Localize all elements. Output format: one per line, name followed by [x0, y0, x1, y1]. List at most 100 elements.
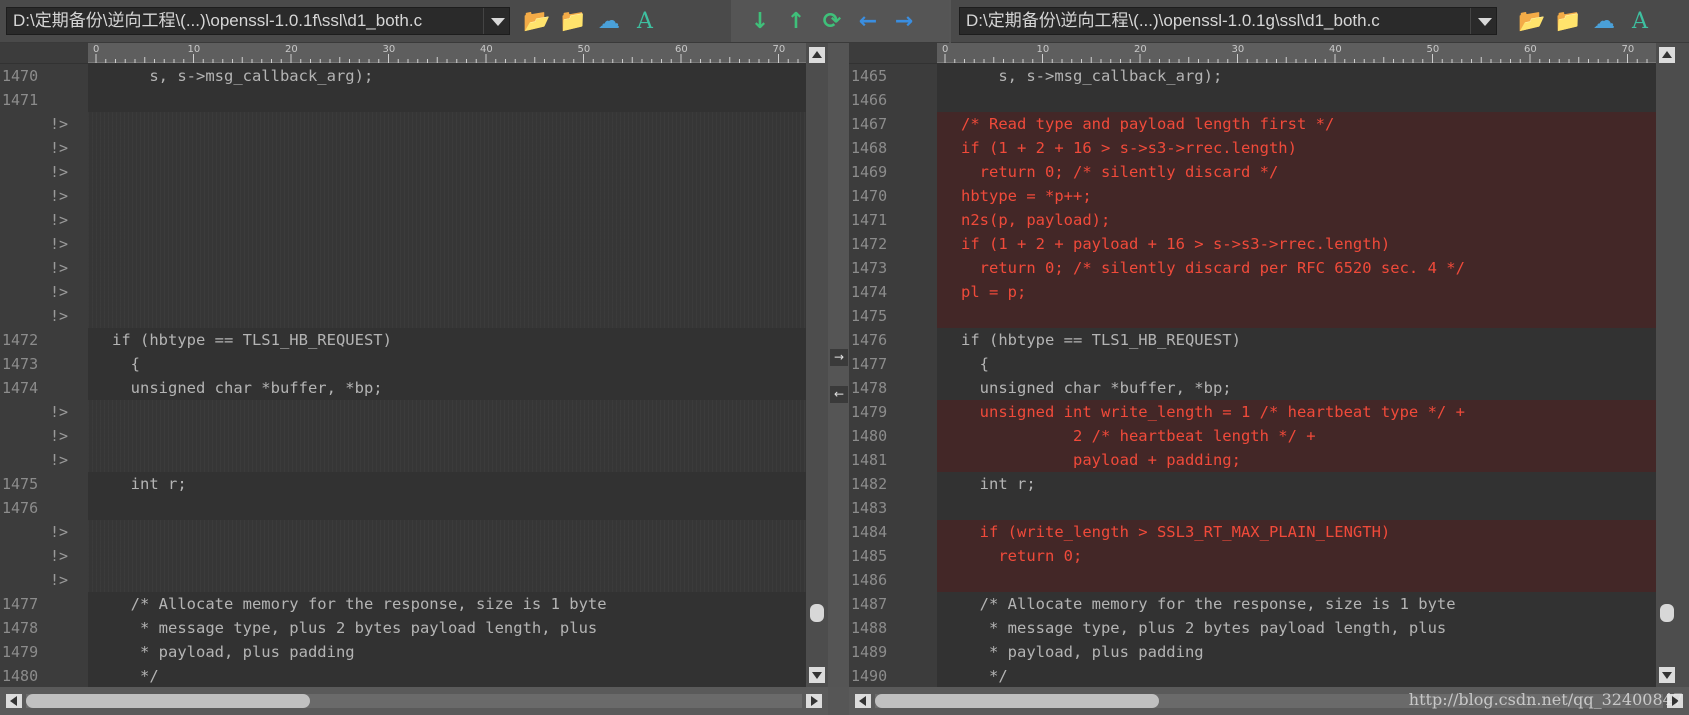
scroll-left-icon[interactable]	[855, 694, 871, 708]
right-editor-pane[interactable]: 0 10 20 30 40 50 60 70 1465 s, s->msg_callback_…	[849, 43, 1656, 687]
code-line[interactable]: 1477 /* Allocate memory for the response…	[0, 592, 806, 616]
missing-line[interactable]: !>	[0, 568, 806, 592]
previous-difference-icon[interactable]: ↑	[781, 8, 811, 36]
code-line[interactable]: 1472 if (hbtype == TLS1_HB_REQUEST)	[0, 328, 806, 352]
changed-line[interactable]: 1470 hbtype = *p++;	[849, 184, 1656, 208]
scroll-right-icon[interactable]	[806, 694, 822, 708]
missing-line[interactable]: !>	[0, 160, 806, 184]
line-text	[88, 184, 806, 208]
code-line[interactable]: 1489 * payload, plus padding	[849, 640, 1656, 664]
changed-line[interactable]: 1468 if (1 + 2 + 16 > s->s3->rrec.length)	[849, 136, 1656, 160]
changed-line[interactable]: 1485 return 0;	[849, 544, 1656, 568]
code-line[interactable]: 1476 if (hbtype == TLS1_HB_REQUEST)	[849, 328, 1656, 352]
code-line[interactable]: 1466	[849, 88, 1656, 112]
copy-left-button[interactable]: ←	[830, 386, 848, 403]
missing-line[interactable]: !>	[0, 400, 806, 424]
code-line[interactable]: 1476	[0, 496, 806, 520]
font-icon[interactable]: A	[1625, 8, 1655, 36]
open-recent-folder-icon[interactable]: 📁	[558, 8, 588, 36]
left-file-path-combobox[interactable]: D:\定期备份\逆向工程\(...)\openssl-1.0.1f\ssl\d1…	[6, 7, 510, 35]
code-line[interactable]: 1483	[849, 496, 1656, 520]
code-line[interactable]: 1477 {	[849, 352, 1656, 376]
cloud-download-icon[interactable]: ☁	[594, 8, 624, 36]
missing-line[interactable]: !>	[0, 232, 806, 256]
refresh-icon[interactable]: ⟳	[817, 8, 847, 36]
changed-line[interactable]: 1479 unsigned int write_length = 1 /* he…	[849, 400, 1656, 424]
scroll-thumb[interactable]	[1660, 604, 1674, 622]
changed-line[interactable]: 1471 n2s(p, payload);	[849, 208, 1656, 232]
changed-line[interactable]: 1480 2 /* heartbeat length */ +	[849, 424, 1656, 448]
code-line[interactable]: 1480 */	[0, 664, 806, 687]
code-line[interactable]: 1479 * payload, plus padding	[0, 640, 806, 664]
changed-line[interactable]: 1467/* Read type and payload length firs…	[849, 112, 1656, 136]
changed-line[interactable]: 1473 return 0; /* silently discard per R…	[849, 256, 1656, 280]
scroll-thumb[interactable]	[875, 694, 1159, 708]
missing-line[interactable]: !>	[0, 112, 806, 136]
line-text	[88, 280, 806, 304]
copy-right-button[interactable]: →	[830, 349, 848, 366]
line-number: 1482	[849, 472, 937, 496]
right-file-path-combobox[interactable]: D:\定期备份\逆向工程\(...)\openssl-1.0.1g\ssl\d1…	[959, 7, 1497, 35]
code-line[interactable]: 1475 int r;	[0, 472, 806, 496]
left-code-lines: 1470 s, s->msg_callback_arg); 1471 !> !> !>!…	[0, 64, 806, 687]
code-line[interactable]: 1465 s, s->msg_callback_arg);	[849, 64, 1656, 88]
code-line[interactable]: 1487 /* Allocate memory for the response…	[849, 592, 1656, 616]
code-line[interactable]: 1473 {	[0, 352, 806, 376]
right-vertical-scrollbar[interactable]	[1656, 43, 1689, 687]
code-line[interactable]: 1478 * message type, plus 2 bytes payloa…	[0, 616, 806, 640]
missing-line[interactable]: !>	[0, 256, 806, 280]
code-line[interactable]: 1482 int r;	[849, 472, 1656, 496]
line-number: 1474	[0, 376, 88, 400]
open-recent-folder-icon[interactable]: 📁	[1553, 8, 1583, 36]
line-number: 1478	[849, 376, 937, 400]
code-line[interactable]: 1488 * message type, plus 2 bytes payloa…	[849, 616, 1656, 640]
code-line[interactable]: 1490 */	[849, 664, 1656, 687]
missing-line[interactable]: !>	[0, 520, 806, 544]
line-number: 1481	[849, 448, 937, 472]
missing-line[interactable]: !>	[0, 280, 806, 304]
missing-line[interactable]: !>	[0, 544, 806, 568]
changed-line[interactable]: 1475	[849, 304, 1656, 328]
changed-line[interactable]: 1481 payload + padding;	[849, 448, 1656, 472]
open-folder-icon[interactable]: 📂	[1517, 8, 1547, 36]
copy-to-right-icon[interactable]: →	[889, 8, 919, 36]
code-line[interactable]: 1470 s, s->msg_callback_arg);	[0, 64, 806, 88]
line-number: 1473	[0, 352, 88, 376]
missing-line[interactable]: !>	[0, 136, 806, 160]
line-text: unsigned char *buffer, *bp;	[112, 379, 383, 397]
scroll-left-icon[interactable]	[6, 694, 22, 708]
font-icon[interactable]: A	[630, 8, 660, 36]
next-difference-icon[interactable]: ↓	[745, 8, 775, 36]
code-line[interactable]: 1474 unsigned char *buffer, *bp;	[0, 376, 806, 400]
line-text	[88, 88, 806, 112]
scroll-down-icon[interactable]	[809, 667, 825, 683]
missing-line[interactable]: !>	[0, 208, 806, 232]
open-folder-icon[interactable]: 📂	[522, 8, 552, 36]
missing-line[interactable]: !>	[0, 304, 806, 328]
changed-line[interactable]: 1486	[849, 568, 1656, 592]
left-horizontal-scrollbar[interactable]	[0, 687, 828, 715]
line-text: /* Read type and payload length first */	[937, 112, 1656, 136]
scroll-thumb[interactable]	[810, 604, 824, 622]
left-vertical-scrollbar[interactable]	[806, 43, 828, 687]
changed-line[interactable]: 1474 pl = p;	[849, 280, 1656, 304]
line-text: if (hbtype == TLS1_HB_REQUEST)	[112, 331, 392, 349]
scroll-up-icon[interactable]	[1659, 47, 1675, 63]
missing-line[interactable]: !>	[0, 448, 806, 472]
scroll-down-icon[interactable]	[1659, 667, 1675, 683]
missing-line[interactable]: !>	[0, 184, 806, 208]
changed-line[interactable]: 1484 if (write_length > SSL3_RT_MAX_PLAI…	[849, 520, 1656, 544]
missing-line[interactable]: !>	[0, 424, 806, 448]
changed-line[interactable]: 1472 if (1 + 2 + payload + 16 > s->s3->rr…	[849, 232, 1656, 256]
changed-line[interactable]: 1469 return 0; /* silently discard */	[849, 160, 1656, 184]
code-line[interactable]: 1471	[0, 88, 806, 112]
cloud-download-icon[interactable]: ☁	[1589, 8, 1619, 36]
copy-to-left-icon[interactable]: ←	[853, 8, 883, 36]
chevron-down-icon[interactable]	[483, 8, 509, 34]
left-editor-pane[interactable]: 0 10 20 30 40 50 60 70 1470 s, s->msg_callback_…	[0, 43, 806, 687]
line-number: 1490	[849, 664, 937, 687]
code-line[interactable]: 1478 unsigned char *buffer, *bp;	[849, 376, 1656, 400]
scroll-thumb[interactable]	[26, 694, 310, 708]
scroll-up-icon[interactable]	[809, 47, 825, 63]
chevron-down-icon[interactable]	[1470, 8, 1496, 34]
